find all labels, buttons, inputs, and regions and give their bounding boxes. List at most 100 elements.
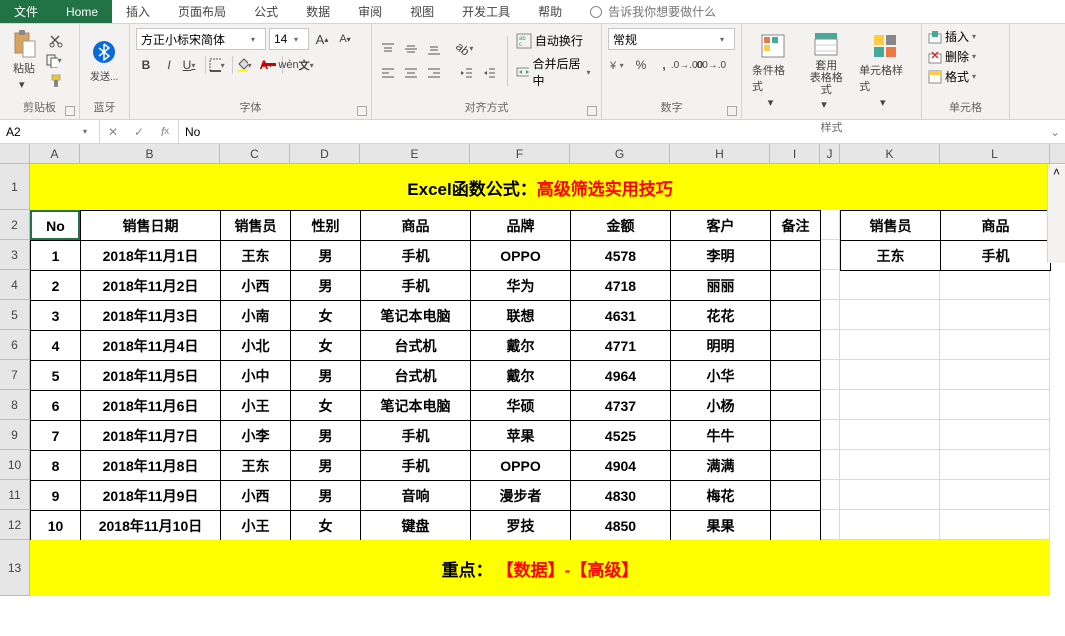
table-cell[interactable]: 男 (291, 241, 361, 271)
table-cell[interactable]: 联想 (471, 301, 571, 331)
col-header-A[interactable]: A (30, 144, 80, 163)
table-cell[interactable] (771, 361, 821, 391)
cell-style-button[interactable]: 单元格样式▾ (855, 30, 915, 111)
table-cell[interactable]: 小西 (221, 271, 291, 301)
table-cell[interactable]: 花花 (671, 301, 771, 331)
row-header-9[interactable]: 9 (0, 420, 30, 450)
table-cell[interactable]: 5 (31, 361, 81, 391)
merge-center-button[interactable]: 合并后居中▾ (516, 55, 595, 89)
grow-font-button[interactable]: A▴ (312, 30, 332, 48)
cut-button[interactable] (46, 32, 66, 50)
menu-review[interactable]: 审阅 (344, 0, 396, 23)
table-cell[interactable]: 4964 (571, 361, 671, 391)
row-header-10[interactable]: 10 (0, 450, 30, 480)
table-cell[interactable]: 4631 (571, 301, 671, 331)
table-cell[interactable]: 4850 (571, 511, 671, 541)
number-format-combo[interactable]: 常规▾ (608, 28, 735, 50)
menu-file[interactable]: 文件 (0, 0, 52, 23)
table-cell[interactable]: 8 (31, 451, 81, 481)
table-cell[interactable]: 4718 (571, 271, 671, 301)
col-header-K[interactable]: K (840, 144, 940, 163)
select-all-corner[interactable] (0, 144, 30, 163)
decrease-decimal-button[interactable]: .00→.0 (700, 56, 720, 74)
table-header[interactable]: 品牌 (471, 211, 571, 241)
align-bottom-button[interactable] (424, 40, 444, 58)
table-header[interactable]: 性别 (291, 211, 361, 241)
table-cell[interactable]: 2018年11月6日 (81, 391, 221, 421)
menu-view[interactable]: 视图 (396, 0, 448, 23)
table-cell[interactable]: 手机 (361, 451, 471, 481)
table-cell[interactable]: 小杨 (671, 391, 771, 421)
enter-button[interactable]: ✓ (126, 125, 152, 139)
row-header-2[interactable]: 2 (0, 210, 30, 240)
table-cell[interactable]: 明明 (671, 331, 771, 361)
table-cell[interactable]: 7 (31, 421, 81, 451)
table-cell[interactable] (771, 331, 821, 361)
criteria-header[interactable]: 商品 (941, 211, 1051, 241)
table-cell[interactable]: 笔记本电脑 (361, 391, 471, 421)
table-cell[interactable]: 手机 (361, 421, 471, 451)
table-cell[interactable]: 小王 (221, 391, 291, 421)
col-header-F[interactable]: F (470, 144, 570, 163)
bluetooth-send-button[interactable]: 发送... (86, 36, 122, 85)
table-cell[interactable]: 小华 (671, 361, 771, 391)
table-cell[interactable]: 男 (291, 361, 361, 391)
wrap-text-button[interactable]: abc 自动换行 (516, 32, 595, 49)
col-header-H[interactable]: H (670, 144, 770, 163)
menu-layout[interactable]: 页面布局 (164, 0, 240, 23)
decrease-indent-button[interactable] (456, 64, 476, 82)
table-cell[interactable]: 手机 (361, 271, 471, 301)
table-cell[interactable]: 小西 (221, 481, 291, 511)
table-cell[interactable]: 王东 (221, 451, 291, 481)
menu-help[interactable]: 帮助 (524, 0, 576, 23)
table-cell[interactable] (771, 481, 821, 511)
accounting-button[interactable]: ¥▾ (608, 56, 628, 74)
table-cell[interactable]: 4771 (571, 331, 671, 361)
table-header[interactable]: No (31, 211, 81, 241)
col-header-J[interactable]: J (820, 144, 840, 163)
col-header-L[interactable]: L (940, 144, 1050, 163)
table-header[interactable]: 销售员 (221, 211, 291, 241)
dialog-launcher-icon[interactable] (727, 106, 737, 116)
table-cell[interactable]: 2018年11月1日 (81, 241, 221, 271)
collapse-ribbon-button[interactable]: ˄ (1047, 165, 1065, 263)
table-cell[interactable]: 4904 (571, 451, 671, 481)
table-cell[interactable]: 台式机 (361, 331, 471, 361)
table-cell[interactable] (771, 421, 821, 451)
table-cell[interactable]: 2018年11月5日 (81, 361, 221, 391)
table-cell[interactable]: 2018年11月3日 (81, 301, 221, 331)
table-cell[interactable]: 戴尔 (471, 331, 571, 361)
shrink-font-button[interactable]: A▾ (335, 30, 355, 48)
table-header[interactable]: 金额 (571, 211, 671, 241)
table-cell[interactable]: 4578 (571, 241, 671, 271)
table-cell[interactable]: 李明 (671, 241, 771, 271)
table-cell[interactable]: 罗技 (471, 511, 571, 541)
table-cell[interactable]: 2018年11月8日 (81, 451, 221, 481)
expand-formula-icon[interactable]: ⌄ (1045, 120, 1065, 143)
table-cell[interactable]: 满满 (671, 451, 771, 481)
fill-color-button[interactable]: ▾ (236, 56, 256, 74)
menu-formulas[interactable]: 公式 (240, 0, 292, 23)
font-size-combo[interactable]: 14▾ (269, 28, 309, 50)
table-cell[interactable]: 键盘 (361, 511, 471, 541)
table-cell[interactable]: 9 (31, 481, 81, 511)
table-cell[interactable]: 小中 (221, 361, 291, 391)
col-header-I[interactable]: I (770, 144, 820, 163)
table-cell[interactable]: 小李 (221, 421, 291, 451)
menu-dev[interactable]: 开发工具 (448, 0, 524, 23)
align-left-button[interactable] (378, 64, 398, 82)
table-cell[interactable]: 果果 (671, 511, 771, 541)
cancel-button[interactable]: ✕ (100, 125, 126, 139)
table-cell[interactable]: 苹果 (471, 421, 571, 451)
cells-area[interactable]: Excel函数公式：高级筛选实用技巧No销售日期销售员性别商品品牌金额客户备注1… (30, 164, 1065, 596)
table-cell[interactable]: OPPO (471, 451, 571, 481)
table-cell[interactable]: 4 (31, 331, 81, 361)
table-cell[interactable]: 3 (31, 301, 81, 331)
table-cell[interactable] (771, 271, 821, 301)
dialog-launcher-icon[interactable] (357, 106, 367, 116)
dialog-launcher-icon[interactable] (587, 106, 597, 116)
row-header-11[interactable]: 11 (0, 480, 30, 510)
orientation-button[interactable]: ab▾ (456, 40, 476, 58)
align-top-button[interactable] (378, 40, 398, 58)
row-header-8[interactable]: 8 (0, 390, 30, 420)
